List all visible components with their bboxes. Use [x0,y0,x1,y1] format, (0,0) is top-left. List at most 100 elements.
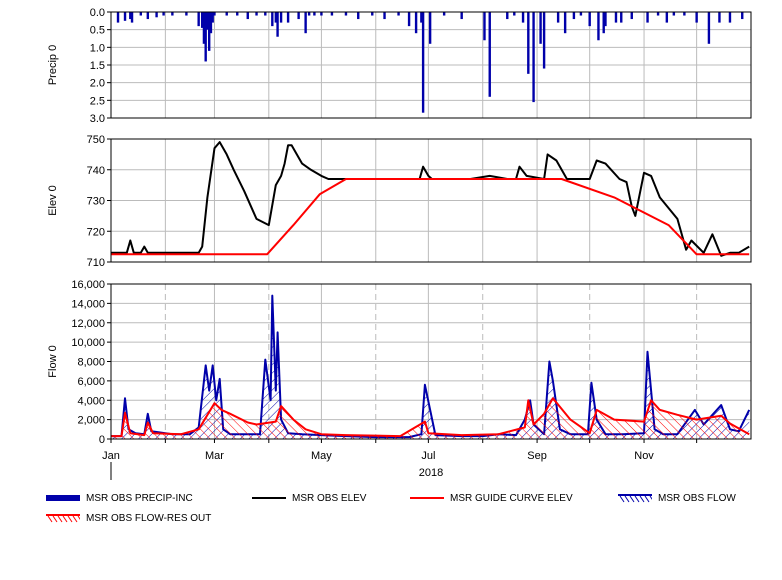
x-tick-label: May [311,450,332,462]
legend-item: MSR OBS FLOW [618,490,736,506]
precip-bar [225,12,228,16]
precip-bar [542,12,546,69]
precip-bar [276,12,279,37]
legend-item: MSR GUIDE CURVE ELEV [410,490,573,506]
precip-bar [357,12,360,20]
y-tick-label: 720 [87,226,105,238]
precip-bar [313,12,316,16]
precip-bar [197,12,200,27]
x-tick-label: Jul [421,450,435,462]
precip-bar [279,12,283,23]
precip-bar [442,12,446,16]
precip-bar [371,12,374,16]
y-tick-label: 2.5 [90,95,105,107]
panel-3: 0 2,000 4,000 6,000 8,000 10,000 12,000 14,000 1… [47,279,752,446]
y-tick-label: 12,000 [71,318,105,330]
precip-bar [185,12,188,16]
y-tick-label: 3.0 [90,113,105,125]
y-tick-label: 0 [99,434,105,446]
legend-label: MSR OBS FLOW-RES OUT [86,512,212,524]
precip-bar [139,12,143,16]
legend-label: MSR GUIDE CURVE ELEV [450,492,573,504]
y-axis-label: Precip 0 [47,45,59,85]
x-tick-label: Mar [205,450,224,462]
y-tick-label: 14,000 [71,298,105,310]
x-tick-label: Sep [527,450,547,462]
precip-bar [483,12,486,41]
legend-swatch [46,514,80,523]
y-tick-label: 10,000 [71,337,105,349]
y-tick-label: 740 [87,165,105,177]
precip-bar [597,12,600,41]
precip-bar [488,12,491,97]
precip-bar [572,12,576,20]
y-tick-label: 8,000 [77,357,105,369]
precip-bar [532,12,535,103]
precip-bar [344,12,348,16]
precip-bar [171,12,174,16]
precip-bar [297,12,300,20]
precip-bar [604,12,607,27]
precip-bar [588,12,591,27]
legend-swatch [46,495,80,501]
legend-swatch [618,494,652,503]
y-tick-label: 0.5 [90,25,105,37]
y-tick-label: 16,000 [71,279,105,291]
y-tick-label: 2.0 [90,78,105,90]
precip-bar [614,12,618,23]
precip-bar [307,12,311,16]
legend-label: MSR OBS PRECIP-INC [86,492,193,504]
precip-bar [414,12,418,34]
precip-bar [579,12,583,16]
precip-bar [672,12,676,16]
precip-bar [304,12,307,34]
legend-swatch [410,497,444,499]
precip-bar [130,12,134,23]
precip-bar [397,12,400,16]
precip-bar [513,12,516,16]
x-tick-label: Jan [102,450,120,462]
precip-bar [146,12,150,20]
legend-item: MSR OBS FLOW-RES OUT [46,510,211,526]
precip-bar [683,12,686,16]
panel-1: 0.0 0.5 1.0 1.5 2.0 2.5 3.0 Precip 0 [47,7,752,125]
precip-bar [330,12,334,16]
precip-bar [718,12,721,23]
precip-bar [246,12,249,20]
precip-bar [286,12,290,23]
precip-bar [506,12,509,20]
y-tick-label: 1.0 [90,42,105,54]
y-tick-label: 4,000 [77,395,105,407]
precip-bar [236,12,239,16]
legend-label: MSR OBS ELEV [292,492,367,504]
y-tick-label: 730 [87,196,105,208]
precip-bar [421,12,425,113]
y-axis-label: Flow 0 [47,345,59,377]
precip-bar [665,12,669,23]
y-tick-label: 0.0 [90,7,105,19]
panel-2: 710 720 730 740 750 Elev 0 [47,134,752,269]
precip-bar [264,12,267,16]
precip-bar [728,12,732,23]
precip-bar [521,12,525,23]
precip-bar [630,12,633,20]
precip-bar [527,12,530,74]
precip-bar [620,12,623,23]
precip-bar [155,12,158,18]
y-tick-label: 6,000 [77,376,105,388]
legend-label: MSR OBS FLOW [658,492,736,504]
x-tick-label: Nov [634,450,654,462]
precip-bar [695,12,698,23]
precip-bar [539,12,542,44]
precip-bar [407,12,411,27]
precip-bar [563,12,567,34]
precip-bar [213,12,216,16]
y-tick-label: 710 [87,257,105,269]
year-label: 2018 [419,467,443,479]
y-tick-label: 750 [87,134,105,146]
precip-bar [556,12,560,23]
legend-item: MSR OBS PRECIP-INC [46,490,193,506]
precip-bar [116,12,120,23]
precip-bar [741,12,744,20]
y-tick-label: 2,000 [77,415,105,427]
